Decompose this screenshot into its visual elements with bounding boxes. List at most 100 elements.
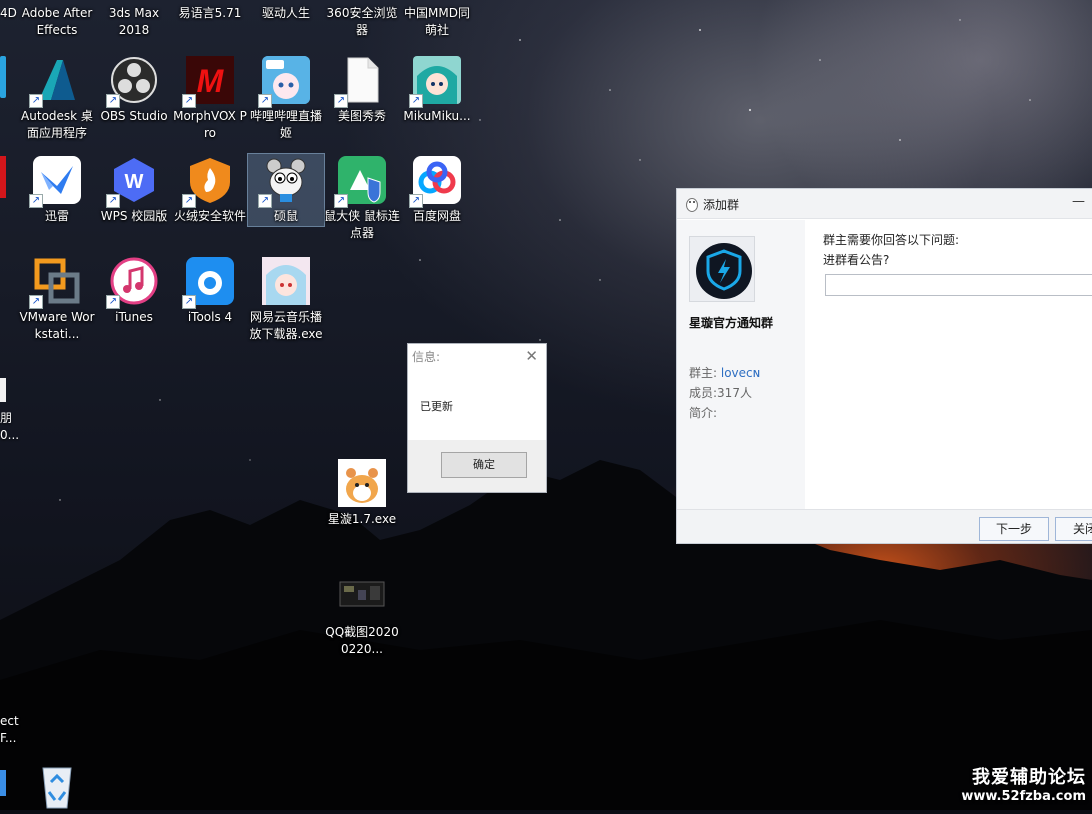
shortcut-arrow-icon: ↗ — [106, 295, 120, 309]
huorong-shield-icon: ↗ — [182, 156, 234, 208]
desktop-icon-qudongrensheng[interactable]: 驱动人生 — [248, 5, 324, 22]
shudaxia-icon: ↗ — [334, 156, 386, 208]
desktop-icon-meitu[interactable]: ↗ 美图秀秀 — [324, 56, 400, 125]
icon-label: 星漩1.7.exe — [327, 512, 397, 526]
desktop-icon-yiyuyan[interactable]: 易语言5.71 — [172, 5, 248, 22]
recycle-bin-icon — [33, 762, 81, 810]
icon-label: Autodesk 桌面应用程序 — [21, 109, 93, 140]
icon-label: VMware Workstati... — [19, 310, 95, 341]
desktop-icon-mikumiku[interactable]: ↗ MikuMiku... — [399, 56, 475, 125]
wps-logo-icon: W ↗ — [106, 156, 158, 208]
icon-label: 百度网盘 — [412, 209, 461, 223]
icon-label: 网易云音乐播放下载器.exe — [249, 310, 323, 341]
icon-label: MorphVOX Pro — [173, 109, 247, 140]
close-button[interactable]: 关闭 — [1055, 517, 1092, 541]
window-titlebar[interactable]: 添加群 — — [677, 189, 1092, 219]
icon-label: 哔哩哔哩直播姬 — [249, 109, 322, 140]
desktop-icon-xunlei[interactable]: ↗ 迅雷 — [19, 156, 95, 225]
shortcut-arrow-icon: ↗ — [334, 94, 348, 108]
intro-label: 简介: — [689, 406, 718, 420]
shortcut-arrow-icon: ↗ — [29, 94, 43, 108]
desktop-icon-baidu-netdisk[interactable]: ↗ 百度网盘 — [399, 156, 475, 225]
icon-label: 火绒安全软件 — [173, 209, 246, 223]
icon-label: MikuMiku... — [403, 109, 471, 123]
desktop-icon-mmd[interactable]: 中国MMD同萌社 — [399, 5, 475, 39]
shortcut-arrow-icon: ↗ — [29, 194, 43, 208]
desktop-icon-vmware[interactable]: ↗ VMware Workstati... — [19, 257, 95, 343]
itools-icon: ↗ — [182, 257, 234, 309]
icon-label: 迅雷 — [44, 209, 69, 223]
desktop-icon-xingxuan-exe[interactable]: 星漩1.7.exe — [324, 459, 400, 528]
question-text: 进群看公告? — [823, 253, 890, 267]
edge-icon-2[interactable] — [0, 156, 6, 198]
icon-label: WPS 校园版 — [100, 209, 168, 223]
shortcut-arrow-icon: ↗ — [409, 194, 423, 208]
desktop-icon-recycle-bin[interactable] — [19, 762, 95, 810]
icon-label: 美图秀秀 — [337, 109, 386, 123]
desktop-icon-autodesk[interactable]: ↗ Autodesk 桌面应用程序 — [19, 56, 95, 142]
itunes-note-icon: ↗ — [106, 257, 158, 309]
edge-label-middle-1: 朋 — [0, 411, 13, 425]
desktop-icon-netease-downloader[interactable]: 网易云音乐播放下载器.exe — [248, 257, 324, 343]
icon-label: OBS Studio — [100, 109, 168, 123]
shortcut-arrow-icon: ↗ — [258, 94, 272, 108]
shortcut-arrow-icon: ↗ — [334, 194, 348, 208]
svg-text:M: M — [197, 63, 225, 99]
icon-label: iTools 4 — [187, 310, 233, 324]
edge-label-top: 4D — [0, 6, 17, 20]
desktop-icon-wps[interactable]: W ↗ WPS 校园版 — [96, 156, 172, 225]
bilibili-live-icon: ↗ — [258, 56, 310, 108]
site-watermark: 我爱辅助论坛 www.52fzba.com — [961, 763, 1086, 804]
desktop-icon-shuoshu[interactable]: ↗ 硕鼠 — [247, 153, 325, 227]
window-title: 添加群 — [703, 198, 740, 212]
edge-icon-1[interactable] — [0, 56, 6, 98]
desktop-icon-morphvox[interactable]: M ↗ MorphVOX Pro — [172, 56, 248, 142]
close-icon[interactable]: ✕ — [525, 347, 538, 365]
group-members-row: 成员:317人 — [689, 384, 752, 401]
group-avatar — [689, 236, 755, 302]
answer-input[interactable] — [825, 274, 1092, 296]
owner-link[interactable]: loveᴄɴ — [721, 366, 760, 380]
desktop-icon-huorong[interactable]: ↗ 火绒安全软件 — [172, 156, 248, 225]
window-footer: 下一步 关闭 — [677, 509, 1092, 543]
group-info-panel: 星璇官方通知群 群主: loveᴄɴ 成员:317人 简介: — [677, 220, 805, 510]
info-dialog: 信息: ✕ 已更新 确定 — [407, 343, 547, 493]
dialog-footer: 确定 — [408, 440, 546, 492]
xunlei-bird-icon: ↗ — [29, 156, 81, 208]
desktop-icon-360browser[interactable]: 360安全浏览器 — [324, 5, 400, 39]
desktop-icon-itools[interactable]: ↗ iTools 4 — [172, 257, 248, 326]
file-icon: ↗ — [334, 56, 386, 108]
shortcut-arrow-icon: ↗ — [106, 94, 120, 108]
icon-label: iTunes — [115, 310, 153, 324]
edge-icon-4[interactable] — [0, 770, 6, 796]
autodesk-logo-icon: ↗ — [29, 56, 81, 108]
shortcut-arrow-icon: ↗ — [29, 295, 43, 309]
icon-label: 鼠大侠 鼠标连点器 — [324, 209, 400, 240]
desktop-icon-after-effects[interactable]: Adobe After Effects — [19, 5, 95, 39]
group-name: 星璇官方通知群 — [689, 316, 774, 330]
hamster-icon — [338, 459, 386, 507]
shortcut-arrow-icon: ↗ — [182, 194, 196, 208]
qq-penguin-icon — [686, 198, 698, 212]
desktop-icon-qq-screenshot[interactable]: QQ截图20200220... — [324, 572, 400, 658]
next-button[interactable]: 下一步 — [979, 517, 1049, 541]
anime-girl-icon — [262, 257, 310, 305]
morphvox-logo-icon: M ↗ — [182, 56, 234, 108]
minimize-button[interactable]: — — [1072, 194, 1085, 209]
desktop-icon-obs[interactable]: ↗ OBS Studio — [96, 56, 172, 125]
edge-icon-3[interactable] — [0, 378, 6, 402]
desktop-icon-bilibili-live[interactable]: ↗ 哔哩哔哩直播姬 — [248, 56, 324, 142]
edge-label-bottom-1: ect — [0, 714, 19, 728]
icon-label: QQ截图20200220... — [325, 625, 399, 656]
shortcut-arrow-icon: ↗ — [409, 94, 423, 108]
desktop-icon-3dsmax[interactable]: 3ds Max 2018 — [96, 5, 172, 39]
watermark-url: www.52fzba.com — [961, 789, 1086, 804]
shuoshu-mouse-icon: ↗ — [258, 156, 310, 208]
desktop-icon-shudaxia[interactable]: ↗ 鼠大侠 鼠标连点器 — [324, 156, 400, 242]
shortcut-arrow-icon: ↗ — [182, 295, 196, 309]
obs-logo-icon: ↗ — [106, 56, 158, 108]
owner-label: 群主: — [689, 366, 718, 380]
image-thumbnail-icon — [338, 572, 386, 620]
ok-button[interactable]: 确定 — [441, 452, 527, 478]
desktop-icon-itunes[interactable]: ↗ iTunes — [96, 257, 172, 326]
